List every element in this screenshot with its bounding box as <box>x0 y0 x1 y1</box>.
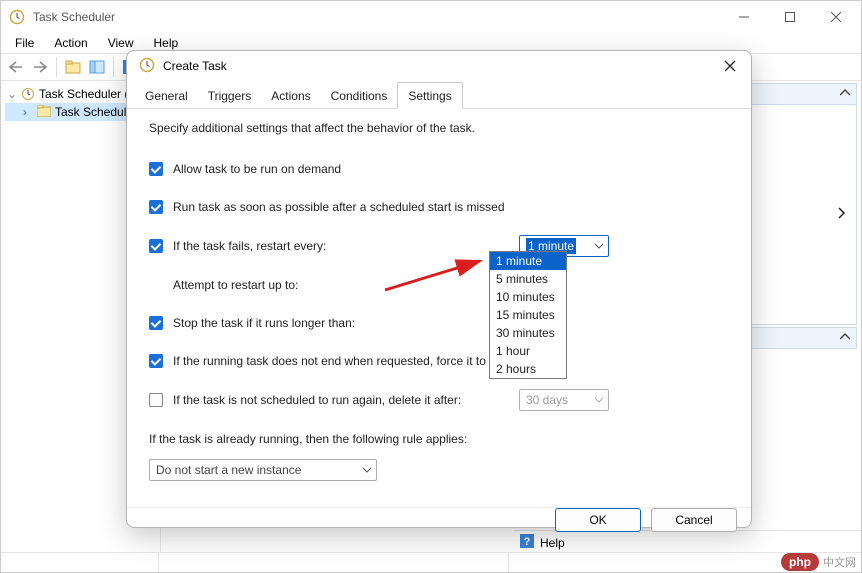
minimize-button[interactable] <box>721 1 767 33</box>
status-bar <box>1 552 861 572</box>
clock-icon <box>9 9 25 25</box>
delete-after-value: 30 days <box>526 393 568 407</box>
toolbar-folder-icon[interactable] <box>62 56 84 78</box>
dropdown-option[interactable]: 5 minutes <box>490 270 566 288</box>
tab-triggers[interactable]: Triggers <box>198 83 262 108</box>
help-icon: ? <box>520 534 534 551</box>
label-delete-after: If the task is not scheduled to run agai… <box>173 393 461 407</box>
dropdown-option[interactable]: 10 minutes <box>490 288 566 306</box>
toolbar-panel-icon[interactable] <box>86 56 108 78</box>
label-force-stop: If the running task does not end when re… <box>173 354 505 368</box>
dialog-title: Create Task <box>163 59 715 73</box>
nav-forward-button[interactable] <box>29 56 51 78</box>
tab-settings[interactable]: Settings <box>397 82 462 109</box>
collapse-icon[interactable] <box>840 87 850 101</box>
rule-value: Do not start a new instance <box>156 463 301 477</box>
watermark: php 中文网 <box>781 553 856 571</box>
rule-combo[interactable]: Do not start a new instance <box>149 459 377 481</box>
chevron-right-icon[interactable] <box>838 207 846 222</box>
dialog-close-button[interactable] <box>715 51 745 81</box>
expand-icon[interactable]: ⌄ <box>7 87 17 101</box>
dropdown-option[interactable]: 30 minutes <box>490 324 566 342</box>
dialog-tabs: General Triggers Actions Conditions Sett… <box>127 81 751 109</box>
chevron-down-icon <box>594 243 604 249</box>
cancel-button[interactable]: Cancel <box>651 508 737 532</box>
checkbox-fails-restart[interactable] <box>149 239 163 253</box>
label-attempt: Attempt to restart up to: <box>173 278 298 292</box>
tree-root-label: Task Scheduler (L <box>39 87 135 101</box>
watermark-badge: php <box>781 553 819 571</box>
checkbox-allow-demand[interactable] <box>149 162 163 176</box>
tab-actions[interactable]: Actions <box>261 83 320 108</box>
menu-action[interactable]: Action <box>46 34 95 52</box>
window-title: Task Scheduler <box>33 10 721 24</box>
checkbox-force-stop[interactable] <box>149 354 163 368</box>
menu-file[interactable]: File <box>7 34 42 52</box>
help-label: Help <box>540 536 565 550</box>
chevron-down-icon <box>362 467 372 473</box>
close-button[interactable] <box>813 1 859 33</box>
checkbox-run-asap[interactable] <box>149 200 163 214</box>
main-titlebar: Task Scheduler <box>1 1 861 33</box>
dropdown-option[interactable]: 1 minute <box>490 252 566 270</box>
clock-icon <box>21 87 35 101</box>
dropdown-option[interactable]: 1 hour <box>490 342 566 360</box>
chevron-down-icon <box>594 397 604 403</box>
checkbox-delete-after[interactable] <box>149 393 163 407</box>
nav-back-button[interactable] <box>5 56 27 78</box>
dialog-titlebar: Create Task <box>127 51 751 81</box>
clock-icon <box>139 57 155 76</box>
maximize-button[interactable] <box>767 1 813 33</box>
checkbox-stop-longer[interactable] <box>149 316 163 330</box>
tab-general[interactable]: General <box>135 83 198 108</box>
help-item[interactable]: ? Help <box>514 530 861 554</box>
label-already-running: If the task is already running, then the… <box>149 432 467 446</box>
svg-text:?: ? <box>524 536 531 548</box>
watermark-text: 中文网 <box>823 554 856 570</box>
create-task-dialog: Create Task General Triggers Actions Con… <box>126 50 752 528</box>
ok-button[interactable]: OK <box>555 508 641 532</box>
restart-interval-dropdown[interactable]: 1 minute 5 minutes 10 minutes 15 minutes… <box>489 251 567 379</box>
collapse-icon[interactable] <box>840 331 850 345</box>
dialog-body: Specify additional settings that affect … <box>127 109 751 507</box>
label-allow-demand: Allow task to be run on demand <box>173 162 341 176</box>
delete-after-combo[interactable]: 30 days <box>519 389 609 411</box>
label-run-asap: Run task as soon as possible after a sch… <box>173 200 505 214</box>
dropdown-option[interactable]: 15 minutes <box>490 306 566 324</box>
folder-icon <box>37 105 51 119</box>
dialog-footer: OK Cancel <box>127 507 751 532</box>
tree-child-label: Task Scheduler <box>55 105 137 119</box>
expand-icon[interactable]: › <box>23 105 33 119</box>
label-stop-longer: Stop the task if it runs longer than: <box>173 316 355 330</box>
dropdown-option[interactable]: 2 hours <box>490 360 566 378</box>
settings-description: Specify additional settings that affect … <box>149 121 729 135</box>
tab-conditions[interactable]: Conditions <box>321 83 398 108</box>
label-fails-restart: If the task fails, restart every: <box>173 239 326 253</box>
